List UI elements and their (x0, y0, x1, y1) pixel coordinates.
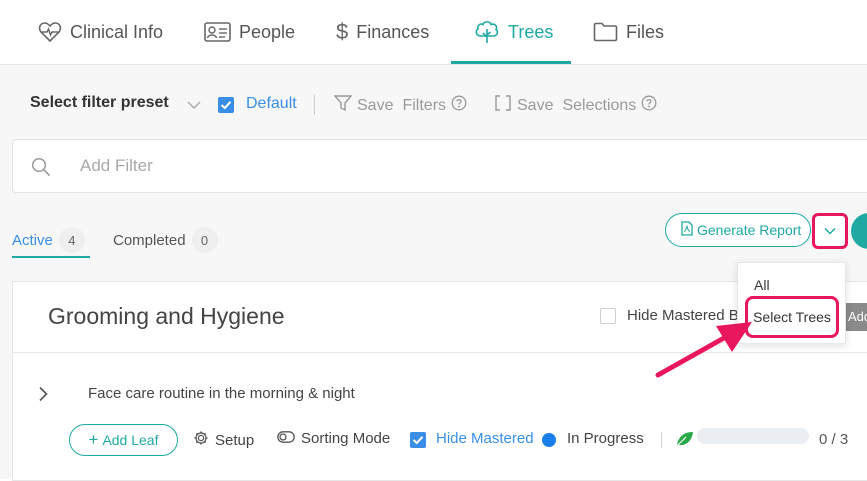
annotation-arrow-icon (655, 322, 752, 378)
